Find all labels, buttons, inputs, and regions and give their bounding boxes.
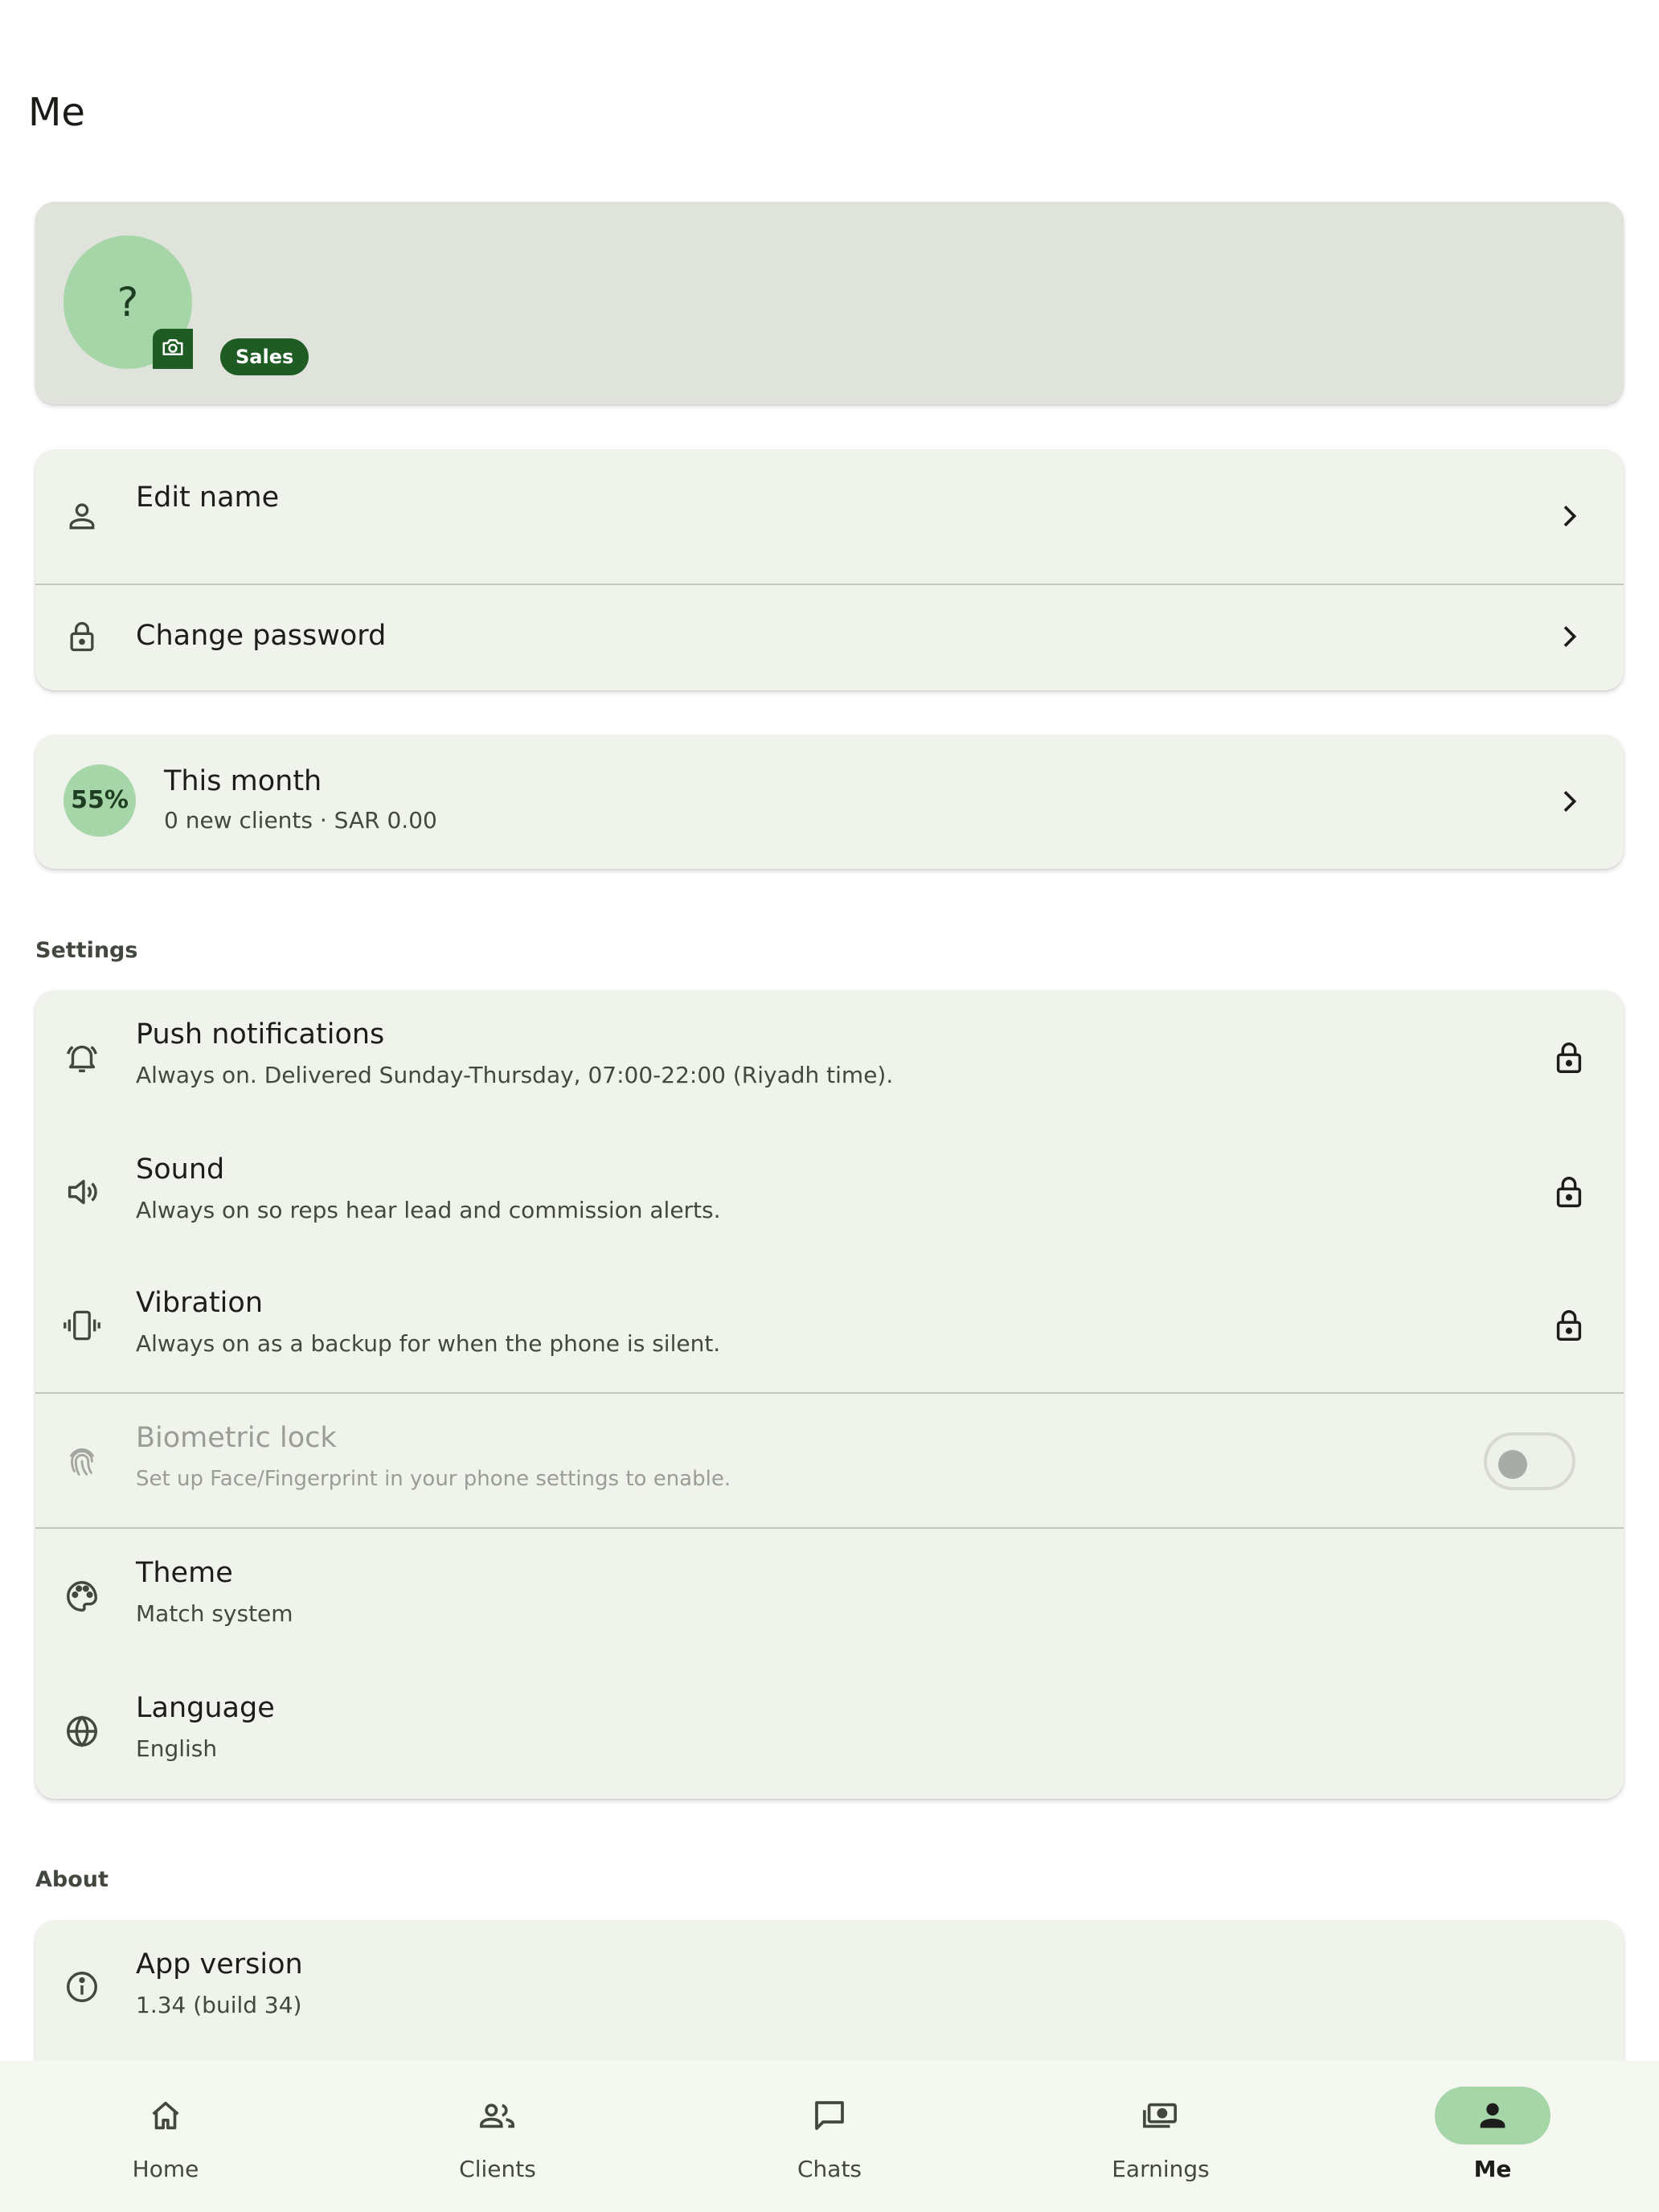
- page-title: Me: [28, 90, 85, 135]
- push-notifications-row[interactable]: Push notifications Always on. Delivered …: [35, 990, 1624, 1125]
- language-subtitle: English: [136, 1735, 218, 1762]
- globe-icon: [63, 1712, 101, 1751]
- info-icon: [63, 1968, 101, 2006]
- monthly-stats-card[interactable]: 55% This month 0 new clients · SAR 0.00: [35, 735, 1624, 869]
- profile-card: ? Sales: [35, 202, 1624, 404]
- theme-title: Theme: [136, 1557, 233, 1589]
- home-icon: [108, 2087, 223, 2144]
- account-card: Edit name Change password: [35, 449, 1624, 690]
- vibration-title: Vibration: [136, 1287, 263, 1319]
- monthly-stats-row[interactable]: This month 0 new clients · SAR 0.00: [35, 735, 1624, 869]
- chat-icon: [772, 2087, 887, 2144]
- palette-icon: [63, 1577, 101, 1616]
- vibration-subtitle: Always on as a backup for when the phone…: [136, 1330, 721, 1357]
- change-password-row[interactable]: Change password: [35, 585, 1624, 690]
- theme-row[interactable]: Theme Match system: [35, 1529, 1624, 1664]
- lock-icon: [1550, 1038, 1588, 1077]
- person-icon: [1435, 2087, 1550, 2144]
- role-badge: Sales: [220, 338, 309, 375]
- push-notifications-subtitle: Always on. Delivered Sunday-Thursday, 07…: [136, 1062, 894, 1088]
- stats-subtitle: 0 new clients · SAR 0.00: [164, 807, 437, 834]
- biometric-lock-subtitle: Set up Face/Fingerprint in your phone se…: [136, 1467, 731, 1491]
- app-version-title: App version: [136, 1948, 303, 1981]
- person-outline-icon: [63, 497, 101, 535]
- nav-earnings-label: Earnings: [1112, 2156, 1210, 2182]
- earnings-icon: [1103, 2087, 1219, 2144]
- lock-icon: [1550, 1306, 1588, 1345]
- language-title: Language: [136, 1692, 275, 1724]
- settings-card: Push notifications Always on. Delivered …: [35, 990, 1624, 1799]
- nav-clients-label: Clients: [459, 2156, 536, 2182]
- about-section-label: About: [35, 1867, 109, 1892]
- chevron-right-icon: [1550, 617, 1588, 656]
- toggle-knob: [1498, 1450, 1527, 1479]
- clients-icon: [440, 2087, 555, 2144]
- nav-home[interactable]: Home: [85, 2061, 246, 2212]
- biometric-lock-title: Biometric lock: [136, 1422, 337, 1454]
- nav-earnings[interactable]: Earnings: [1080, 2061, 1241, 2212]
- nav-me[interactable]: Me: [1412, 2061, 1573, 2212]
- chevron-right-icon: [1550, 497, 1588, 535]
- camera-icon: [161, 335, 185, 363]
- app-version-value: 1.34 (build 34): [136, 1992, 302, 2018]
- app-version-row: App version 1.34 (build 34): [35, 1920, 1624, 2054]
- vibration-row[interactable]: Vibration Always on as a backup for when…: [35, 1259, 1624, 1392]
- sound-subtitle: Always on so reps hear lead and commissi…: [136, 1197, 721, 1223]
- change-photo-button[interactable]: [153, 329, 193, 369]
- fingerprint-icon: [63, 1441, 101, 1480]
- edit-name-label: Edit name: [136, 481, 280, 514]
- change-password-label: Change password: [136, 620, 387, 652]
- nav-chats-label: Chats: [797, 2156, 862, 2182]
- nav-clients[interactable]: Clients: [417, 2061, 578, 2212]
- sound-title: Sound: [136, 1153, 225, 1186]
- speaker-icon: [63, 1173, 101, 1211]
- nav-me-label: Me: [1473, 2156, 1512, 2182]
- bottom-nav: Home Clients Chats Earnings Me: [0, 2061, 1659, 2212]
- lock-icon: [63, 617, 101, 656]
- nav-home-label: Home: [132, 2156, 199, 2182]
- push-notifications-title: Push notifications: [136, 1018, 385, 1051]
- about-card: App version 1.34 (build 34): [35, 1920, 1624, 2081]
- biometric-lock-toggle[interactable]: [1484, 1432, 1575, 1490]
- language-row[interactable]: Language English: [35, 1664, 1624, 1799]
- bell-icon: [63, 1038, 101, 1077]
- sound-row[interactable]: Sound Always on so reps hear lead and co…: [35, 1125, 1624, 1259]
- stats-title: This month: [164, 765, 322, 797]
- lock-icon: [1550, 1173, 1588, 1211]
- theme-subtitle: Match system: [136, 1600, 293, 1627]
- chevron-right-icon: [1550, 782, 1588, 821]
- vibration-icon: [63, 1306, 101, 1345]
- biometric-lock-row: Biometric lock Set up Face/Fingerprint i…: [35, 1394, 1624, 1527]
- settings-section-label: Settings: [35, 938, 138, 963]
- edit-name-row[interactable]: Edit name: [35, 449, 1624, 584]
- nav-chats[interactable]: Chats: [749, 2061, 910, 2212]
